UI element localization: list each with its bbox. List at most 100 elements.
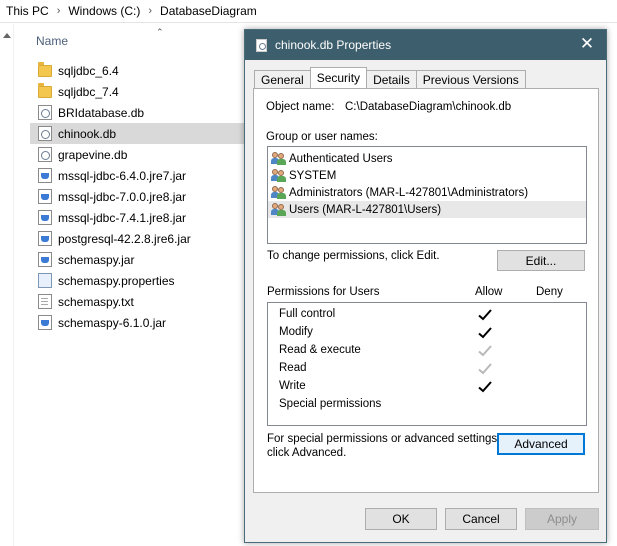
deny-column-header: Deny (536, 286, 563, 298)
user-list-item[interactable]: Authenticated Users (268, 150, 586, 167)
file-name: schemaspy-6.1.0.jar (58, 315, 167, 330)
allow-column-header: Allow (475, 286, 503, 298)
file-name: schemaspy.properties (58, 273, 175, 288)
checkmark-icon (478, 327, 492, 339)
file-name: grapevine.db (58, 147, 128, 162)
list-item[interactable]: grapevine.db (30, 144, 246, 165)
list-item[interactable]: schemaspy.jar (30, 249, 246, 270)
close-icon[interactable]: ✕ (578, 35, 596, 53)
change-permissions-text: To change permissions, click Edit. (267, 250, 440, 262)
scroll-up-icon[interactable] (3, 33, 11, 38)
user-name: Authenticated Users (289, 152, 393, 165)
users-group-icon (271, 203, 287, 216)
breadcrumb-windows-c[interactable]: Windows (C:) (68, 4, 140, 18)
properties-file-icon (38, 273, 52, 288)
permission-row: Read & execute (268, 342, 586, 360)
edit-button[interactable]: Edit... (497, 250, 585, 271)
file-name: postgresql-42.2.8.jre6.jar (58, 231, 191, 246)
permission-name: Full control (279, 308, 336, 320)
group-user-names-label: Group or user names: (266, 131, 378, 143)
list-item[interactable]: schemaspy.txt (30, 291, 246, 312)
checkmark-icon (478, 309, 492, 321)
permission-row: Full control (268, 306, 586, 324)
list-item[interactable]: postgresql-42.2.8.jre6.jar (30, 228, 246, 249)
list-item[interactable]: schemaspy.properties (30, 270, 246, 291)
user-name: SYSTEM (289, 169, 337, 182)
tab-previous-versions[interactable]: Previous Versions (415, 70, 526, 88)
permission-name: Modify (279, 326, 313, 338)
permissions-for-label: Permissions for Users (267, 286, 380, 298)
file-name: mssql-jdbc-7.4.1.jre8.jar (58, 210, 187, 225)
file-name: schemaspy.jar (58, 252, 135, 267)
file-list: sqljdbc_6.4 sqljdbc_7.4 BRIdatabase.db c… (30, 60, 246, 333)
text-file-icon (38, 294, 52, 309)
breadcrumb-separator-icon: › (56, 5, 61, 17)
inherited-checkmark-icon (478, 345, 492, 357)
inherited-checkmark-icon (478, 363, 492, 375)
database-file-icon (256, 38, 267, 52)
user-name: Administrators (MAR-L-427801\Administrat… (289, 186, 529, 199)
apply-button[interactable]: Apply (525, 508, 599, 530)
tab-security[interactable]: Security (309, 67, 368, 88)
jar-file-icon (38, 189, 52, 204)
object-name-value: C:\DatabaseDiagram\chinook.db (345, 101, 512, 113)
file-name: sqljdbc_6.4 (58, 63, 119, 78)
file-name: sqljdbc_7.4 (58, 84, 119, 99)
advanced-button[interactable]: Advanced (497, 433, 585, 455)
permission-row: Modify (268, 324, 586, 342)
properties-dialog: chinook.db Properties ✕ General Security… (244, 29, 607, 543)
ok-button[interactable]: OK (365, 508, 437, 530)
cancel-button[interactable]: Cancel (445, 508, 517, 530)
user-list-item[interactable]: Administrators (MAR-L-427801\Administrat… (268, 184, 586, 201)
security-tab-panel: Object name: C:\DatabaseDiagram\chinook.… (253, 88, 599, 493)
users-group-icon (271, 152, 287, 165)
permission-row: Read (268, 360, 586, 378)
checkmark-icon (478, 381, 492, 393)
list-item[interactable]: mssql-jdbc-7.0.0.jre8.jar (30, 186, 246, 207)
breadcrumb-this-pc[interactable]: This PC (6, 4, 49, 18)
navigation-pane-edge (0, 24, 14, 546)
column-header-name[interactable]: Name (36, 34, 68, 48)
jar-file-icon (38, 168, 52, 183)
file-name: mssql-jdbc-6.4.0.jre7.jar (58, 168, 187, 183)
users-group-icon (271, 186, 287, 199)
user-list[interactable]: Authenticated Users SYSTEM Administrator… (267, 146, 587, 244)
sort-ascending-icon: ⌃ (156, 27, 164, 37)
user-list-item-selected[interactable]: Users (MAR-L-427801\Users) (268, 201, 586, 218)
list-item[interactable]: sqljdbc_7.4 (30, 81, 246, 102)
special-permissions-text-line1: For special permissions or advanced sett… (267, 433, 501, 445)
jar-file-icon (38, 252, 52, 267)
address-bar[interactable]: This PC › Windows (C:) › DatabaseDiagram (0, 0, 617, 23)
permission-row: Write (268, 378, 586, 396)
list-item[interactable]: schemaspy-6.1.0.jar (30, 312, 246, 333)
tab-strip: General Security Details Previous Versio… (254, 67, 526, 88)
file-name: schemaspy.txt (58, 294, 134, 309)
folder-icon (38, 82, 52, 98)
file-name: BRIdatabase.db (58, 105, 145, 120)
list-item-selected[interactable]: chinook.db (30, 123, 246, 144)
database-file-icon (38, 105, 52, 120)
folder-icon (38, 61, 52, 77)
dialog-titlebar[interactable]: chinook.db Properties ✕ (245, 30, 606, 60)
permissions-list: Full control Modify Read & execute Read … (267, 302, 587, 426)
database-file-icon (38, 147, 52, 162)
users-group-icon (271, 169, 287, 182)
permission-name: Read & execute (279, 344, 361, 356)
file-name: chinook.db (58, 126, 117, 141)
object-name-label: Object name: (266, 101, 335, 113)
jar-file-icon (38, 231, 52, 246)
permission-name: Read (279, 362, 307, 374)
list-item[interactable]: mssql-jdbc-7.4.1.jre8.jar (30, 207, 246, 228)
tab-details[interactable]: Details (366, 70, 417, 88)
list-item[interactable]: sqljdbc_6.4 (30, 60, 246, 81)
permission-row: Special permissions (268, 396, 586, 414)
breadcrumb-databasediagram[interactable]: DatabaseDiagram (160, 4, 257, 18)
list-item[interactable]: BRIdatabase.db (30, 102, 246, 123)
permission-name: Special permissions (279, 398, 382, 410)
user-list-item[interactable]: SYSTEM (268, 167, 586, 184)
file-name: mssql-jdbc-7.0.0.jre8.jar (58, 189, 187, 204)
dialog-title: chinook.db Properties (275, 38, 392, 52)
tab-general[interactable]: General (254, 70, 311, 88)
list-item[interactable]: mssql-jdbc-6.4.0.jre7.jar (30, 165, 246, 186)
database-file-icon (38, 126, 52, 141)
